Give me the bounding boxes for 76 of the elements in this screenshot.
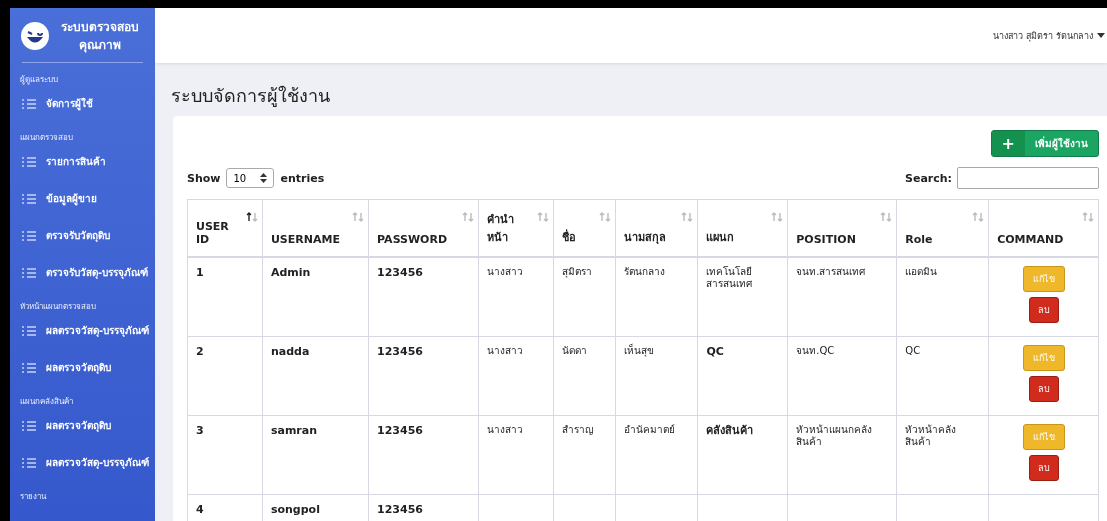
search-field[interactable]: [957, 167, 1099, 189]
delete-button[interactable]: ลบ: [1028, 297, 1059, 323]
table-cell: Admin: [262, 257, 369, 337]
smiley-icon: [20, 21, 50, 51]
list-icon: [22, 361, 36, 374]
table-cell: สุมิตรา: [553, 257, 616, 337]
list-icon: [22, 192, 36, 205]
sidebar-item[interactable]: รายการสินค้า: [10, 148, 155, 185]
updown-icon: [260, 173, 268, 183]
list-icon: [22, 419, 36, 432]
table-cell: 1: [187, 257, 263, 337]
app-title: ระบบตรวจสอบคุณภาพ: [60, 19, 140, 54]
entries-select[interactable]: 10: [226, 168, 275, 188]
column-header[interactable]: PASSWORD: [368, 199, 479, 257]
section-heading: แผนกคลังสินค้า: [19, 396, 74, 408]
table-cell: จนท.QC: [787, 336, 897, 416]
column-header[interactable]: คำนำหน้า: [478, 199, 554, 257]
table-cell: คลังสินค้า: [698, 415, 788, 495]
section-heading: รายงาน: [19, 491, 48, 503]
column-header[interactable]: ชื่อ: [553, 199, 616, 257]
section-heading: ผู้ดูแลระบบ: [19, 74, 59, 86]
table-cell: รัตนกลาง: [615, 257, 698, 337]
list-icon: [22, 324, 36, 337]
page-title: ระบบจัดการผู้ใช้งาน: [171, 84, 331, 109]
table-cell: 3: [187, 415, 263, 495]
sidebar-item[interactable]: ผลตรวจวัสดุ-บรรจุภัณฑ์: [10, 317, 155, 354]
table-cell: จนท.สารสนเทศ: [787, 257, 897, 337]
table-cell: 123456: [368, 415, 479, 495]
delete-button[interactable]: ลบ: [1028, 376, 1059, 402]
sidebar-item[interactable]: ผลตรวจวัตถุดิบ: [10, 354, 155, 391]
sidebar-item[interactable]: ผลตรวจวัสดุ-บรรจุภัณฑ์: [10, 449, 155, 486]
column-header[interactable]: POSITION: [787, 199, 897, 257]
column-header[interactable]: USER ID: [187, 199, 263, 257]
table-cell: 4: [187, 494, 263, 521]
table-cell: แอดมิน: [896, 257, 989, 337]
list-icon: [22, 229, 36, 242]
column-header[interactable]: แผนก: [698, 199, 788, 257]
list-icon: [22, 155, 36, 168]
caret-icon: [1097, 32, 1105, 39]
table-cell: 2: [187, 336, 263, 416]
table-cell: QC: [896, 336, 989, 416]
search-label: Search:: [905, 171, 952, 185]
user-menu[interactable]: นางสาว สุมิตรา รัตนกลาง: [993, 28, 1107, 43]
table-cell: เห็นสุข: [615, 336, 698, 416]
table-cell: นางสาว: [478, 415, 554, 495]
table-cell: นางสาว: [478, 257, 554, 337]
table-cell: หัวหน้าคลังสินค้า: [896, 415, 989, 495]
table-cell: 123456: [368, 257, 479, 337]
column-header[interactable]: Role: [896, 199, 989, 257]
delete-button[interactable]: ลบ: [1028, 455, 1059, 481]
list-icon: [22, 266, 36, 279]
table-cell: นัดดา: [553, 336, 616, 416]
table-cell: สำราญ: [553, 415, 616, 495]
list-icon: [22, 456, 36, 469]
table-cell: อำนัคมาตย์: [615, 415, 698, 495]
column-header[interactable]: COMMAND: [988, 199, 1099, 257]
column-header[interactable]: นามสกุล: [615, 199, 698, 257]
add-user-button[interactable]: + เพิ่มผู้ใช้งาน: [990, 130, 1099, 157]
show-label: Show: [187, 171, 221, 185]
table-cell: QC: [698, 336, 788, 416]
table-cell: 123456: [368, 336, 479, 416]
table-cell: หัวหน้าแผนกคลังสินค้า: [787, 415, 897, 495]
section-heading: แผนกตรวจสอบ: [19, 132, 74, 144]
section-heading: หัวหน้าแผนกตรวจสอบ: [19, 301, 97, 313]
sidebar-item[interactable]: ตรวจรับวัสดุ-บรรจุภัณฑ์: [10, 259, 155, 296]
table-cell: samran: [262, 415, 369, 495]
column-header[interactable]: USERNAME: [262, 199, 369, 257]
sidebar-item[interactable]: จัดการผู้ใช้: [10, 90, 155, 127]
sidebar-item[interactable]: ผลตรวจวัตถุดิบ: [10, 412, 155, 449]
sidebar-item[interactable]: ตรวจรับวัตถุดิบ: [10, 222, 155, 259]
table-cell: เทคโนโลยีสารสนเทศ: [698, 257, 788, 337]
table-cell: nadda: [262, 336, 369, 416]
entries-label: entries: [280, 171, 325, 185]
table-cell: นางสาว: [478, 336, 554, 416]
list-icon: [22, 97, 36, 110]
sidebar-item[interactable]: ข้อมูลผู้ขาย: [10, 185, 155, 222]
